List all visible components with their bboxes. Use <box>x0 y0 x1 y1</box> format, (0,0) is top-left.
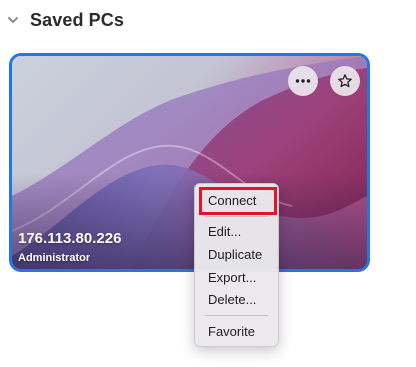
saved-pcs-section-header[interactable]: Saved PCs <box>6 8 124 32</box>
menu-separator <box>205 216 268 217</box>
saved-pcs-page: Saved PCs 176.113.80.226 Administrator C… <box>0 0 416 367</box>
more-options-button[interactable] <box>288 66 318 96</box>
star-icon <box>338 74 352 88</box>
menu-item-export[interactable]: Export... <box>208 269 256 287</box>
menu-item-connect[interactable]: Connect <box>208 192 256 210</box>
menu-item-duplicate[interactable]: Duplicate <box>208 246 262 264</box>
pc-card[interactable]: 176.113.80.226 Administrator <box>9 53 370 272</box>
menu-item-edit[interactable]: Edit... <box>208 223 241 241</box>
section-title: Saved PCs <box>30 9 124 30</box>
pc-name: 176.113.80.226 <box>18 230 122 247</box>
pc-context-menu: Connect Edit... Duplicate Export... Dele… <box>194 183 279 347</box>
ellipsis-icon <box>295 79 311 83</box>
chevron-down-icon[interactable] <box>6 13 20 27</box>
menu-separator <box>205 315 268 316</box>
pc-username: Administrator <box>18 252 91 264</box>
menu-item-favorite[interactable]: Favorite <box>208 323 255 341</box>
menu-item-delete[interactable]: Delete... <box>208 291 256 309</box>
favorite-button[interactable] <box>330 66 360 96</box>
